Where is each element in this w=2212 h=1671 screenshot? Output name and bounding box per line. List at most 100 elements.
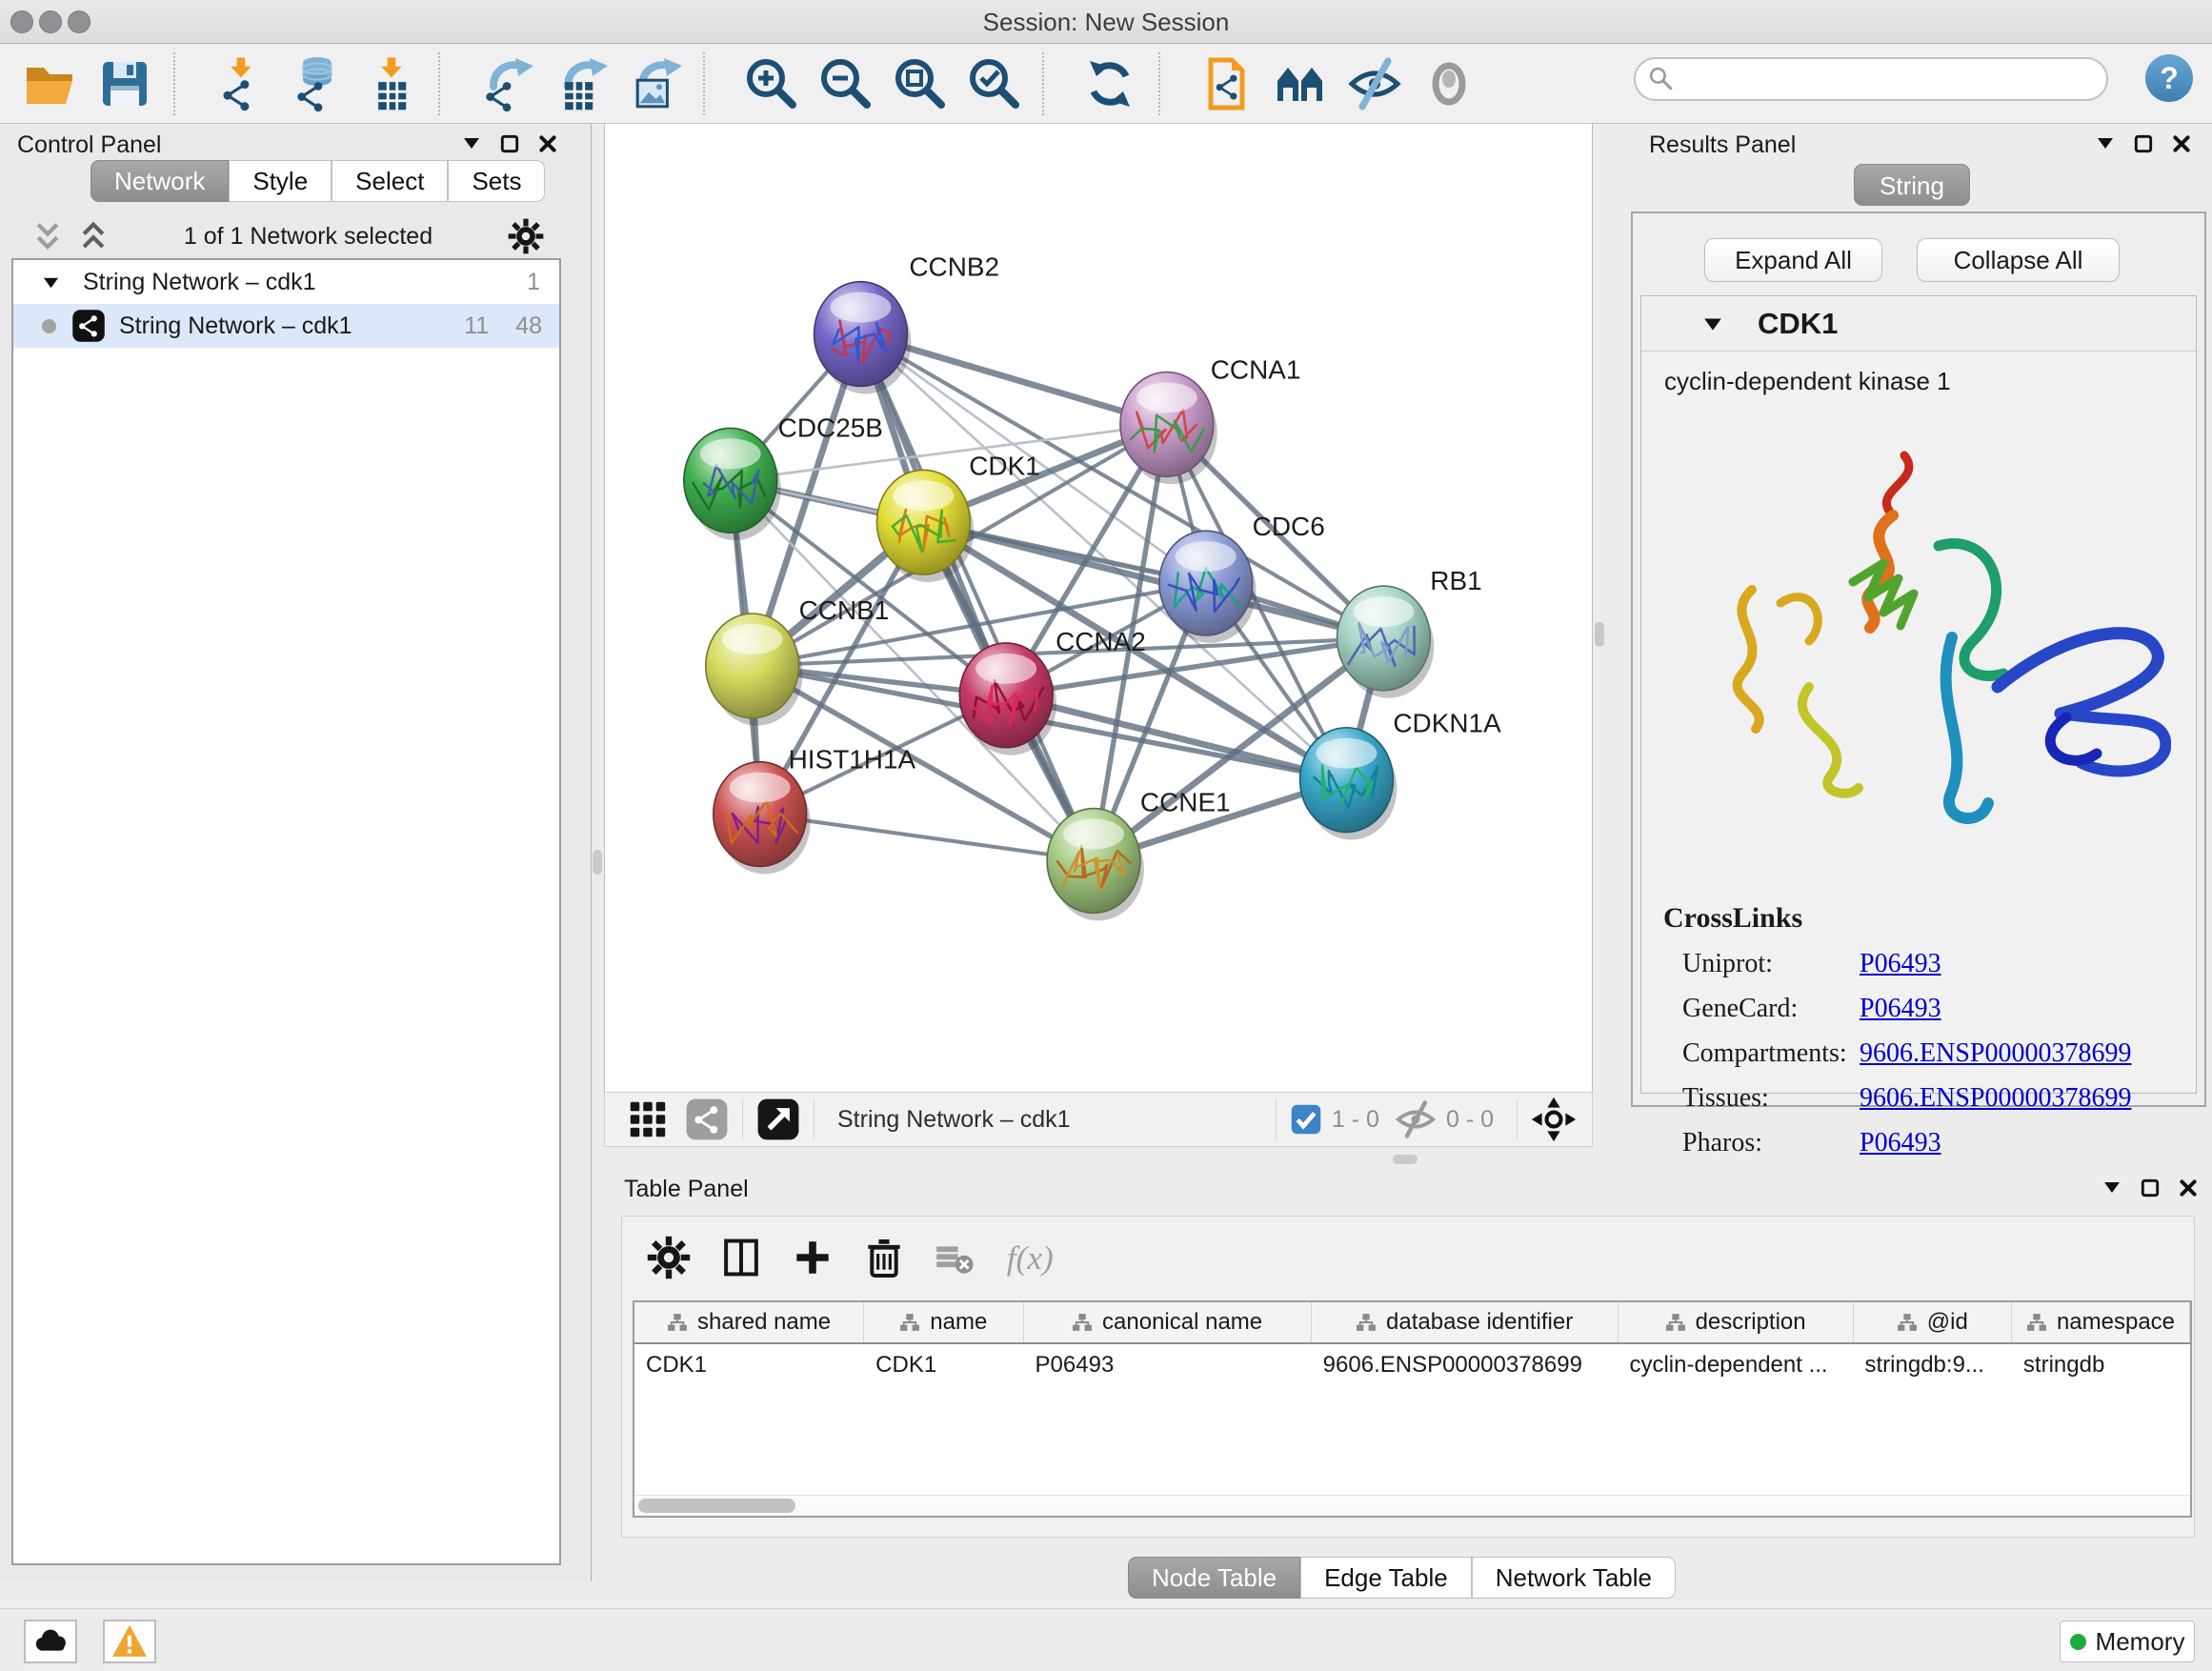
new-network-from-selection-button[interactable] [1189, 50, 1263, 118]
column-header-name[interactable]: name [864, 1302, 1023, 1342]
node-CCNE1[interactable] [1047, 809, 1144, 921]
show-all-nodes-edges-button[interactable] [1412, 50, 1486, 118]
node-HIST1H1A[interactable] [714, 762, 811, 875]
tab-network[interactable]: Network [90, 160, 229, 202]
expand-all-button[interactable]: Expand All [1704, 238, 1882, 282]
network-collection-row[interactable]: String Network – cdk1 1 [13, 260, 559, 304]
crosslink-link[interactable]: P06493 [1860, 994, 1941, 1024]
table-cell[interactable]: CDK1 [634, 1344, 864, 1388]
tab-node-table[interactable]: Node Table [1128, 1557, 1300, 1599]
expand-all-networks-icon[interactable] [78, 221, 109, 252]
help-button[interactable]: ? [2145, 54, 2193, 102]
column-header-namespace[interactable]: namespace [2012, 1302, 2190, 1342]
results-float-icon[interactable] [2131, 133, 2156, 154]
save-session-button[interactable] [88, 50, 162, 118]
create-column-icon[interactable] [792, 1237, 834, 1278]
panel-collapse-icon[interactable] [459, 133, 484, 154]
scrollbar-thumb[interactable] [638, 1499, 795, 1513]
column-header-description[interactable]: description [1619, 1302, 1854, 1342]
network-view-icon[interactable] [685, 1097, 729, 1141]
results-close-icon[interactable] [2169, 133, 2194, 154]
tab-edge-table[interactable]: Edge Table [1300, 1557, 1472, 1599]
tab-style[interactable]: Style [229, 160, 332, 202]
export-table-button[interactable] [543, 50, 617, 118]
collapse-all-networks-icon[interactable] [32, 221, 63, 252]
table-float-icon[interactable] [2138, 1178, 2162, 1198]
function-builder-icon: f(x) [1003, 1232, 1055, 1283]
table-options-gear-icon[interactable] [647, 1236, 691, 1279]
tab-network-table[interactable]: Network Table [1472, 1557, 1676, 1599]
node-CCNA1[interactable] [1120, 372, 1217, 484]
zoom-in-button[interactable] [734, 50, 808, 118]
table-cell[interactable]: CDK1 [864, 1344, 1023, 1388]
tab-sets[interactable]: Sets [448, 160, 545, 202]
node-CDC25B[interactable] [684, 428, 781, 540]
table-row[interactable]: CDK1CDK1P064939606.ENSP00000378699cyclin… [634, 1344, 2190, 1388]
table-cell[interactable]: P06493 [1024, 1344, 1312, 1388]
crosslink-link[interactable]: P06493 [1860, 1128, 1941, 1158]
birdseye-view-icon[interactable] [1531, 1097, 1577, 1142]
crosslink-link[interactable]: P06493 [1860, 949, 1941, 979]
table-horizontal-scrollbar[interactable] [634, 1495, 2190, 1516]
export-network-button[interactable] [469, 50, 543, 118]
table-cell[interactable]: cyclin-dependent ... [1618, 1344, 1853, 1388]
node-CDK1[interactable] [876, 470, 974, 582]
horizontal-splitter-handle[interactable] [1393, 1155, 1418, 1164]
entry-expander-icon[interactable] [1702, 313, 1723, 334]
table-cell[interactable]: stringdb:9... [1854, 1344, 2012, 1388]
tab-select[interactable]: Select [332, 160, 448, 202]
first-neighbors-of-selected-button[interactable] [1263, 50, 1337, 118]
import-table-from-file-button[interactable] [352, 50, 427, 118]
node-RB1[interactable] [1337, 586, 1435, 698]
import-network-from-database-button[interactable] [278, 50, 352, 118]
node-CDC6[interactable] [1159, 531, 1257, 643]
network-view-canvas[interactable]: CCNB2CCNA1CDC25BCDK1CDC6RB1CCNB1CCNA2CDK… [604, 124, 1593, 1092]
zoom-selected-region-button[interactable] [956, 50, 1031, 118]
column-header-canonical-name[interactable]: canonical name [1024, 1302, 1312, 1342]
zoom-out-button[interactable] [808, 50, 882, 118]
selected-count-checkbox-icon[interactable] [1290, 1103, 1322, 1136]
grid-view-icon[interactable] [626, 1097, 670, 1141]
node-CCNA2[interactable] [959, 643, 1056, 755]
results-collapse-icon[interactable] [2093, 133, 2118, 154]
panel-close-icon[interactable] [535, 133, 560, 154]
collection-expander-icon[interactable] [42, 273, 60, 292]
left-splitter-handle[interactable] [593, 850, 602, 875]
table-close-icon[interactable] [2176, 1178, 2201, 1198]
show-columns-icon[interactable] [719, 1236, 763, 1279]
node-CDKN1A[interactable] [1300, 728, 1398, 840]
network-options-gear-icon[interactable] [508, 218, 544, 254]
column-header-id[interactable]: @id [1854, 1302, 2012, 1342]
node-CCNB2[interactable] [814, 282, 912, 394]
hide-selected-button[interactable] [1337, 50, 1412, 118]
crosslink-link[interactable]: 9606.ENSP00000378699 [1860, 1083, 2131, 1114]
apply-preferred-layout-button[interactable] [1073, 50, 1147, 118]
column-header-shared-name[interactable]: shared name [634, 1302, 864, 1342]
delete-column-icon[interactable] [862, 1236, 906, 1279]
panel-float-icon[interactable] [497, 133, 522, 154]
node-CCNB1[interactable] [706, 614, 803, 726]
zoom-fit-content-button[interactable] [882, 50, 956, 118]
table-cell[interactable]: 9606.ENSP00000378699 [1312, 1344, 1619, 1388]
crosslink-link[interactable]: 9606.ENSP00000378699 [1860, 1038, 2131, 1069]
warnings-button[interactable] [103, 1620, 156, 1663]
entry-header[interactable]: CDK1 [1641, 296, 2196, 352]
search-box[interactable] [1634, 57, 2108, 101]
import-network-from-file-button[interactable] [204, 50, 278, 118]
tab-string[interactable]: String [1854, 164, 1970, 206]
open-session-button[interactable] [13, 50, 88, 118]
cloud-status-button[interactable] [24, 1620, 77, 1663]
collapse-all-button[interactable]: Collapse All [1917, 238, 2120, 282]
right-splitter-handle[interactable] [1595, 622, 1604, 647]
network-view-title: String Network – cdk1 [837, 1106, 1262, 1134]
table-cell[interactable]: stringdb [2012, 1344, 2190, 1388]
column-header-database-identifier[interactable]: database identifier [1312, 1302, 1619, 1342]
table-collapse-icon[interactable] [2100, 1178, 2124, 1198]
search-input[interactable] [1676, 66, 2106, 92]
memory-button[interactable]: Memory [2060, 1621, 2195, 1662]
edge-CCNB2-CCNE1[interactable] [860, 334, 1094, 861]
detach-view-icon[interactable] [756, 1097, 800, 1141]
export-image-button[interactable] [617, 50, 692, 118]
network-graph[interactable]: CCNB2CCNA1CDC25BCDK1CDC6RB1CCNB1CCNA2CDK… [605, 124, 1592, 1090]
network-row-selected[interactable]: String Network – cdk1 11 48 [13, 304, 559, 348]
